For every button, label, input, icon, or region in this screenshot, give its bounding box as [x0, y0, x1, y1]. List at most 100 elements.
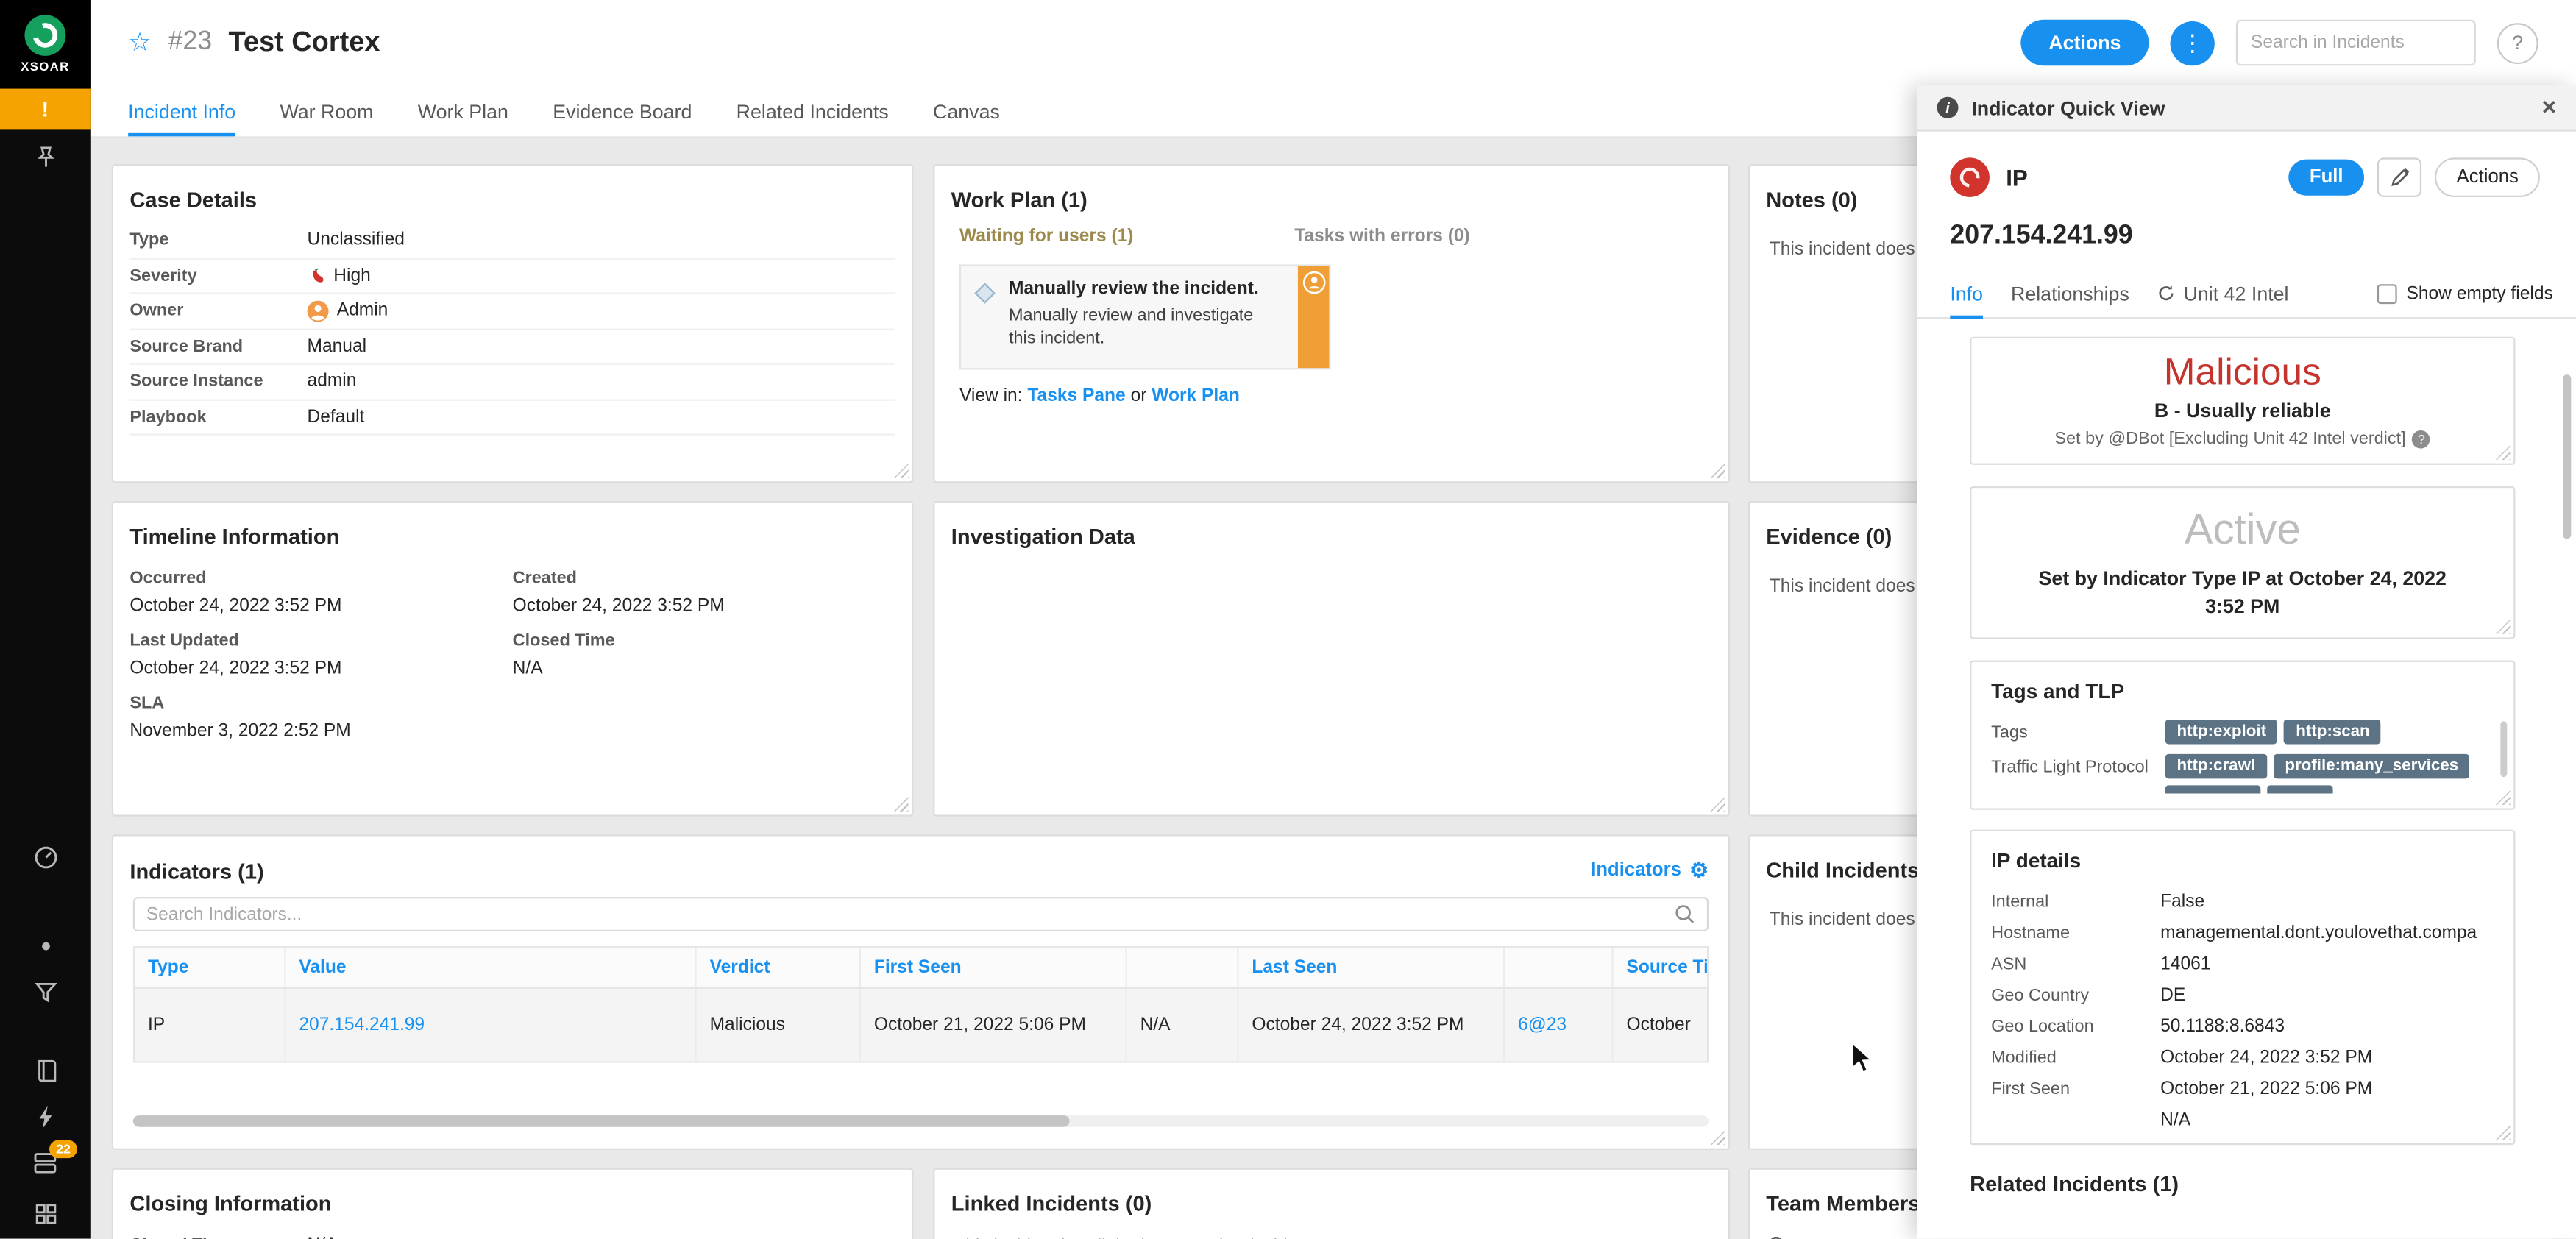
incidents-stack-icon[interactable]: 22: [0, 1140, 91, 1185]
xsoar-logo-button[interactable]: XSOAR: [0, 0, 91, 89]
verdict-source-text: Set by @DBot [Excluding Unit 42 Intel ve…: [2054, 428, 2406, 449]
detail-row: First Seen October 21, 2022 5:06 PM: [1991, 1078, 2373, 1098]
task-card[interactable]: Manually review the incident. Manually r…: [959, 264, 1331, 370]
related-incident-link[interactable]: 6@23: [1518, 1015, 1566, 1035]
dashboard-gauge-icon[interactable]: [0, 845, 91, 871]
work-plan-card: Work Plan (1) Waiting for users (1) Task…: [933, 164, 1731, 483]
indicators-search-box: [132, 897, 1709, 931]
indicator-value-link[interactable]: 207.154.241.99: [299, 1015, 425, 1035]
horizontal-scrollbar[interactable]: [132, 1115, 1709, 1127]
resize-grip[interactable]: [1710, 1130, 1725, 1146]
cell-source-time: October: [1626, 1015, 1691, 1035]
help-icon[interactable]: ?: [2412, 429, 2431, 448]
tlp-badge[interactable]: profile:many_services: [2273, 753, 2470, 779]
app-window: XSOAR ! 22 ☆ #23 Test Cortex Actions ⋮ S…: [0, 0, 2576, 1239]
indicator-actions-button[interactable]: Actions: [2435, 157, 2540, 197]
verdict-value: Malicious: [2163, 349, 2321, 393]
field-row: Playbook Default: [129, 400, 895, 436]
tab-canvas[interactable]: Canvas: [933, 85, 1000, 136]
tags-tlp-card: Tags and TLP Tags http:exploit http:scan…: [1970, 660, 2516, 810]
tab-info[interactable]: Info: [1950, 269, 1984, 319]
help-button[interactable]: ?: [2497, 22, 2538, 63]
tab-related-incidents[interactable]: Related Incidents: [737, 85, 889, 136]
tasks-with-errors-tab[interactable]: Tasks with errors (0): [1294, 227, 1469, 246]
work-plan-subtabs: Waiting for users (1) Tasks with errors …: [934, 224, 1728, 246]
indicators-link[interactable]: Indicators ⚙: [1591, 858, 1709, 884]
tag-badge[interactable]: http:scan: [2284, 719, 2382, 745]
tab-unit42-intel[interactable]: Unit 42 Intel: [2157, 269, 2289, 318]
apps-grid-icon[interactable]: [0, 1201, 91, 1227]
tlp-label: Traffic Light Protocol: [1991, 757, 2149, 778]
detail-row: Modified October 24, 2022 3:52 PM: [1991, 1047, 2373, 1068]
pin-icon[interactable]: [0, 144, 91, 171]
column-type[interactable]: Type: [135, 948, 286, 987]
filter-icon[interactable]: [0, 979, 91, 1006]
detail-row: N/A: [2160, 1110, 2191, 1130]
show-empty-fields-toggle[interactable]: Show empty fields: [2377, 283, 2553, 303]
detail-row: Geo Country DE: [1991, 984, 2186, 1005]
column-value[interactable]: Value: [286, 948, 697, 987]
timeline-closed: Closed Time N/A: [512, 631, 615, 679]
playbooks-book-icon[interactable]: [0, 1058, 91, 1084]
show-empty-fields-checkbox[interactable]: [2377, 283, 2397, 303]
work-plan-link[interactable]: Work Plan: [1152, 386, 1240, 406]
section-title: IP details: [1991, 849, 2082, 873]
close-icon[interactable]: ×: [2542, 96, 2557, 120]
resize-grip[interactable]: [1710, 796, 1725, 812]
indicator-table-row[interactable]: IP 207.154.241.99 Malicious October 21, …: [135, 989, 1707, 1062]
full-view-button[interactable]: Full: [2288, 159, 2365, 196]
actions-button[interactable]: Actions: [2020, 19, 2149, 66]
column-expiration[interactable]: [1127, 948, 1239, 987]
resize-grip[interactable]: [2495, 789, 2511, 806]
detail-row: ASN 14061: [1991, 954, 2211, 973]
system-warning-button[interactable]: !: [0, 88, 91, 130]
indicators-search-input[interactable]: [146, 904, 1675, 924]
tags-scrollbar[interactable]: [2500, 721, 2508, 778]
column-first-seen[interactable]: First Seen: [861, 948, 1127, 987]
tag-badge[interactable]: http:exploit: [2165, 719, 2278, 745]
incident-search-input[interactable]: [2250, 32, 2461, 53]
resize-grip[interactable]: [1710, 463, 1725, 478]
resize-grip[interactable]: [2495, 1125, 2511, 1140]
gear-icon[interactable]: ⚙: [1689, 858, 1709, 884]
xsoar-logo-label: XSOAR: [21, 59, 70, 74]
timeline-occurred: Occurred October 24, 2022 3:52 PM: [129, 568, 342, 617]
app-sidebar: XSOAR ! 22: [0, 0, 91, 1239]
tlp-badge[interactable]: http:crawl: [2165, 753, 2267, 779]
column-source-time[interactable]: Source Ti: [1614, 948, 1706, 987]
horizontal-scrollbar-thumb[interactable]: [132, 1115, 1070, 1127]
quick-view-scrollbar[interactable]: [2563, 374, 2572, 539]
waiting-for-users-tab[interactable]: Waiting for users (1): [959, 227, 1134, 246]
task-description: Manually review and investigate this inc…: [1008, 305, 1254, 349]
incident-number: #23: [168, 27, 213, 56]
investigation-data-card: Investigation Data: [933, 501, 1731, 817]
closing-information-card: Closing Information Closed Time N/A: [111, 1168, 914, 1239]
more-options-button[interactable]: ⋮: [2170, 20, 2215, 65]
tab-incident-info[interactable]: Incident Info: [128, 85, 237, 137]
tab-work-plan[interactable]: Work Plan: [418, 85, 508, 136]
resize-grip[interactable]: [893, 463, 909, 478]
cell-last-seen: October 24, 2022 3:52 PM: [1239, 989, 1505, 1062]
automation-bolt-icon[interactable]: [0, 1104, 91, 1130]
column-related[interactable]: [1505, 948, 1614, 987]
tasks-pane-link[interactable]: Tasks Pane: [1027, 386, 1125, 406]
tab-relationships[interactable]: Relationships: [2011, 269, 2129, 318]
edit-button[interactable]: [2377, 157, 2422, 197]
resize-grip[interactable]: [893, 796, 909, 812]
incident-header: ☆ #23 Test Cortex Actions ⋮ ?: [90, 0, 2576, 86]
tab-evidence-board[interactable]: Evidence Board: [553, 85, 692, 136]
target-icon[interactable]: [0, 937, 91, 956]
card-title: Work Plan (1): [951, 187, 1087, 213]
resize-grip[interactable]: [2495, 619, 2511, 634]
timeline-created: Created October 24, 2022 3:52 PM: [512, 568, 725, 617]
expiration-status: Active: [2184, 504, 2301, 554]
field-row: Severity High: [129, 259, 895, 294]
column-last-seen[interactable]: Last Seen: [1239, 948, 1505, 987]
condition-task-icon: [974, 283, 996, 304]
favorite-star-icon[interactable]: ☆: [128, 26, 152, 60]
quick-view-tabs: Info Relationships Unit 42 Intel Show em…: [1917, 269, 2576, 319]
refresh-icon: [2159, 285, 2174, 301]
card-title: Investigation Data: [951, 524, 1135, 549]
tab-war-room[interactable]: War Room: [280, 85, 373, 136]
column-verdict[interactable]: Verdict: [697, 948, 861, 987]
